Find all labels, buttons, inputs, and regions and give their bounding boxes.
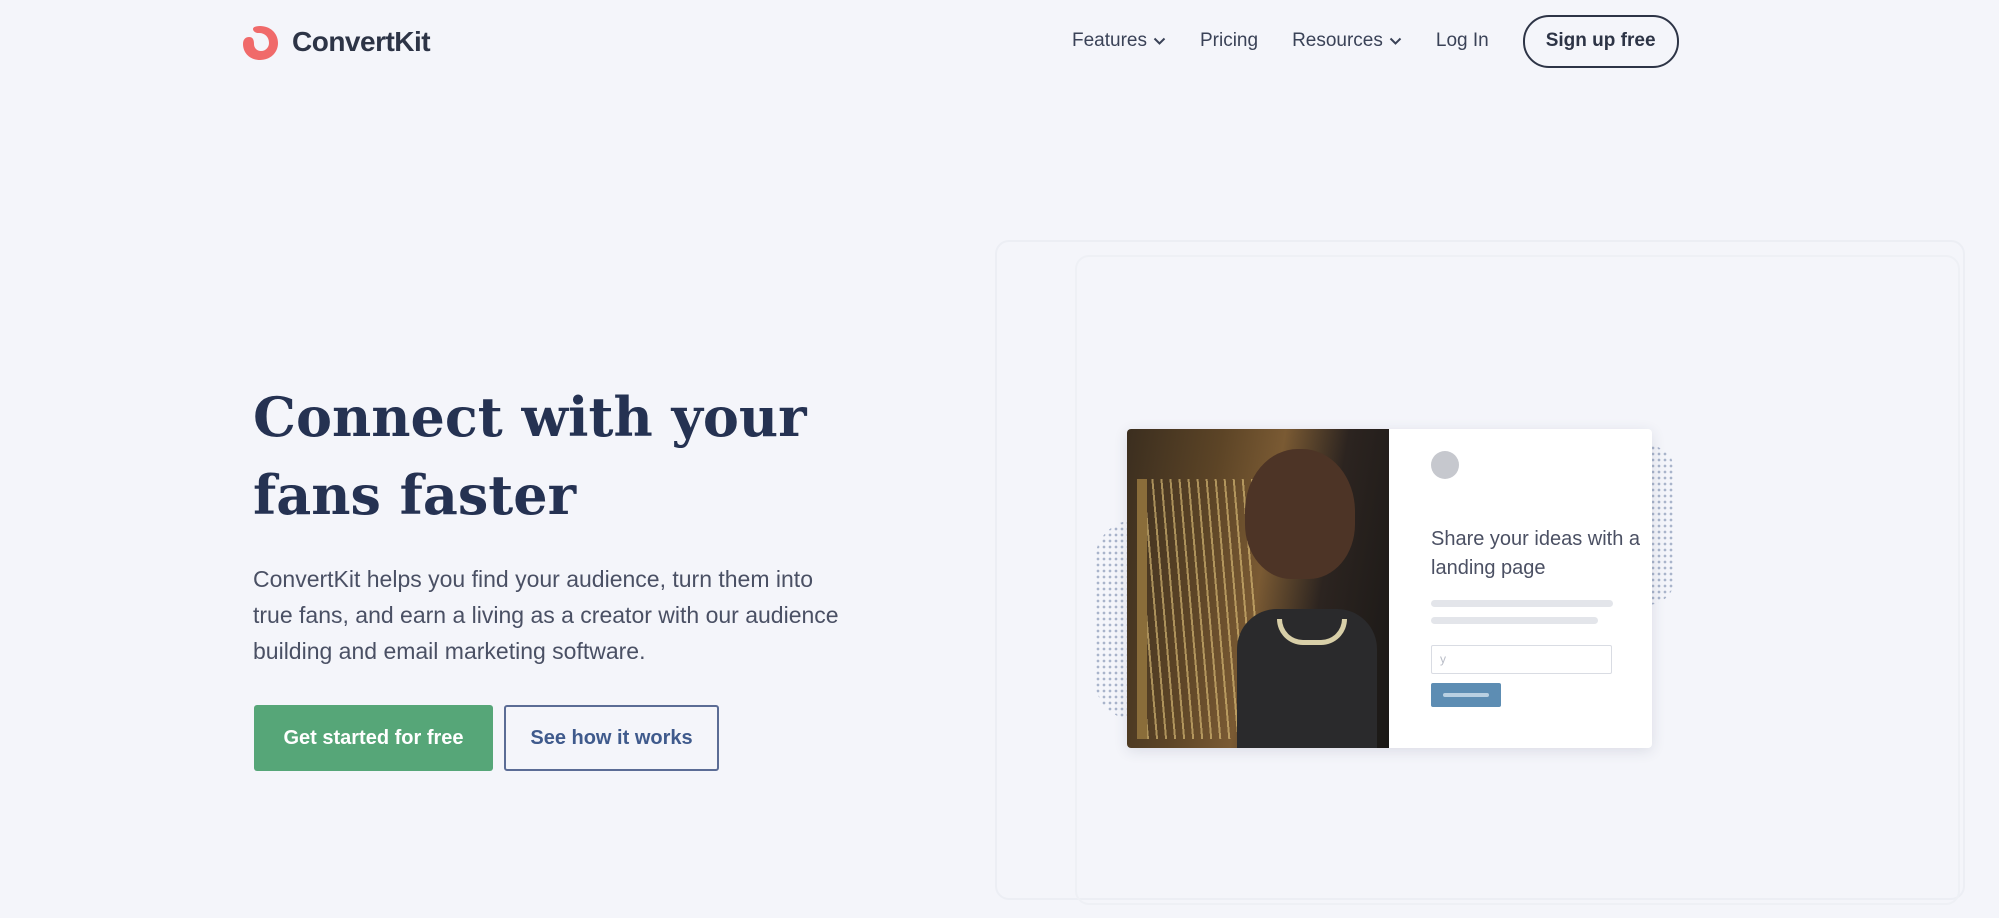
chevron-down-icon (1389, 37, 1402, 45)
preview-submit-button (1431, 683, 1501, 707)
nav-features[interactable]: Features (1072, 30, 1166, 52)
landing-page-preview-card: Share your ideas with a landing page y (1127, 429, 1652, 748)
nav-pricing-label: Pricing (1199, 30, 1259, 51)
hero-headline: Connect with your fans faster (253, 378, 873, 534)
nav-features-label: Features (1072, 30, 1147, 51)
preview-card-heading: Share your ideas with a landing page (1431, 528, 1641, 579)
nav-login-label: Log In (1435, 30, 1489, 51)
logo[interactable]: ConvertKit (238, 20, 431, 64)
get-started-button[interactable]: Get started for free (254, 705, 493, 771)
see-how-it-works-button[interactable]: See how it works (504, 705, 719, 771)
landing-page: ConvertKit Features Pricing Resources Lo… (0, 0, 1999, 918)
hero-headline-line2: fans faster (253, 463, 577, 527)
hero-description: ConvertKit helps you find your audience,… (253, 566, 839, 664)
preview-card-body: Share your ideas with a landing page y (1389, 429, 1652, 748)
preview-email-input: y (1431, 645, 1612, 674)
main-nav: Features Pricing Resources Log In Sign u… (1072, 14, 1679, 68)
harpist-photo (1127, 429, 1389, 748)
hero-headline-line1: Connect with your (253, 385, 807, 449)
nav-resources[interactable]: Resources (1292, 30, 1402, 52)
nav-pricing[interactable]: Pricing (1200, 30, 1258, 52)
logo-text: ConvertKit (292, 26, 431, 57)
nav-login[interactable]: Log In (1436, 30, 1489, 52)
nav-resources-label: Resources (1292, 30, 1383, 51)
placeholder-text-line (1431, 617, 1598, 624)
chevron-down-icon (1153, 37, 1166, 45)
placeholder-text-line (1431, 600, 1613, 607)
person-head-shape (1245, 449, 1355, 579)
signup-button[interactable]: Sign up free (1522, 14, 1679, 68)
avatar (1431, 451, 1459, 479)
convertkit-logo-icon (243, 26, 278, 60)
